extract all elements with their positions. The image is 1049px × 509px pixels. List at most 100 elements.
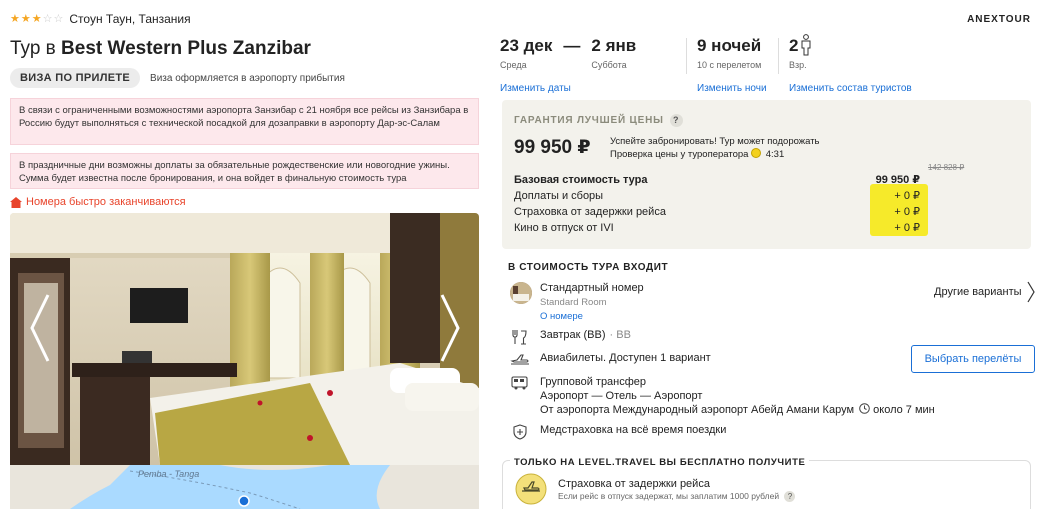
- date-from-day: Среда: [500, 60, 527, 70]
- title-prefix: Тур в: [10, 38, 56, 59]
- other-variants-link[interactable]: Другие варианты: [934, 281, 1035, 303]
- meal-row: Завтрак (BB) · BB: [510, 329, 631, 345]
- meal-code: · BB: [609, 329, 631, 341]
- price-guarantee: ГАРАНТИЯ ЛУЧШЕЙ ЦЕНЫ ?: [514, 114, 683, 127]
- star-filled-icon: ★: [20, 12, 31, 25]
- room-row: Стандартный номер Standard Room О номере: [510, 282, 644, 322]
- room-thumbnail[interactable]: [510, 282, 532, 304]
- free-item-subtitle: Если рейс в отпуск задержат, мы заплатим…: [558, 491, 780, 501]
- star-rating: ★ ★ ★ ☆ ☆: [10, 12, 64, 25]
- photo-prev-icon[interactable]: [28, 293, 50, 363]
- visa-note: Виза оформляется в аэропорту прибытия: [150, 72, 345, 84]
- date-from-value: 23 дек: [500, 36, 553, 55]
- visa-row: ВИЗА ПО ПРИЛЕТЕ Виза оформляется в аэроп…: [10, 68, 345, 88]
- price-row: Доплаты и сборы + 0 ₽: [514, 188, 924, 204]
- meal-label: Завтрак (BB): [540, 329, 606, 341]
- tourists-count: 2: [789, 36, 799, 55]
- total-price: 99 950 ₽: [514, 137, 591, 158]
- star-filled-icon: ★: [10, 12, 20, 25]
- airplane-icon: [510, 354, 529, 365]
- price-breakdown: Базовая стоимость тура 99 950 ₽ Доплаты …: [514, 172, 924, 236]
- date-to-value: 2 янв: [591, 36, 637, 55]
- house-icon: [10, 196, 22, 208]
- hotel-rating-row: ★ ★ ★ ☆ ☆ Стоун Таун, Танзания: [10, 12, 191, 26]
- star-empty-icon: ☆: [42, 12, 53, 25]
- price-row-label: Доплаты и сборы: [514, 190, 604, 202]
- change-dates-link[interactable]: Изменить даты: [500, 83, 571, 94]
- map-label: Pemba - Tanga: [138, 469, 200, 479]
- adult-person-icon: [801, 34, 811, 56]
- change-tourists-link[interactable]: Изменить состав туристов: [789, 83, 912, 94]
- price-row-value: 99 950 ₽: [875, 174, 920, 186]
- shield-icon: [513, 424, 527, 440]
- price-row-value: + 0 ₽: [894, 206, 920, 218]
- date-to: 2 янв Суббота: [591, 36, 636, 70]
- hotel-photo[interactable]: [10, 213, 479, 465]
- nights-value: 9 ночей: [697, 36, 762, 55]
- rooms-warning: Номера быстро заканчиваются: [10, 196, 186, 208]
- star-empty-icon: ☆: [53, 12, 64, 25]
- other-variants-label: Другие варианты: [934, 286, 1022, 298]
- nights-block: 9 ночей 10 с перелетом: [697, 36, 761, 70]
- price-row-label: Страховка от задержки рейса: [514, 206, 666, 218]
- rooms-warning-text: Номера быстро заканчиваются: [26, 196, 186, 208]
- room-type: Standard Room: [540, 297, 607, 308]
- price-row: Кино в отпуск от IVI + 0 ₽: [514, 220, 924, 236]
- includes-title: В СТОИМОСТЬ ТУРА ВХОДИТ: [508, 262, 669, 273]
- price-row-value: + 0 ₽: [894, 190, 920, 202]
- clock-icon: [859, 403, 870, 414]
- choose-flights-button[interactable]: Выбрать перелёты: [911, 345, 1035, 373]
- page-title: Тур в Best Western Plus Zanzibar: [10, 38, 311, 60]
- tourists-note: Взр.: [789, 60, 807, 70]
- price-row-value: + 0 ₽: [894, 222, 920, 234]
- tour-operator: ANEXTOUR: [967, 14, 1031, 25]
- free-item-title: Страховка от задержки рейса: [558, 478, 710, 490]
- free-offers-title: ТОЛЬКО НА LEVEL.TRAVEL ВЫ БЕСПЛАТНО ПОЛУ…: [510, 457, 810, 468]
- date-to-day: Суббота: [591, 60, 627, 70]
- price-row: Базовая стоимость тура 99 950 ₽: [514, 172, 924, 188]
- transfer-route: Аэропорт — Отель — Аэропорт: [540, 390, 703, 402]
- cutlery-icon: [512, 330, 527, 345]
- notice-airport: В связи с ограниченными возможностями аэ…: [10, 98, 479, 145]
- divider: [778, 38, 779, 74]
- visa-badge: ВИЗА ПО ПРИЛЕТЕ: [10, 68, 141, 88]
- price-guarantee-label: ГАРАНТИЯ ЛУЧШЕЙ ЦЕНЫ: [514, 115, 664, 126]
- hurry-line-1: Успейте забронировать! Тур может подорож…: [610, 136, 820, 147]
- map-image: [10, 465, 479, 509]
- old-price: 142 828 ₽: [928, 163, 965, 172]
- price-check-timer: 4:31: [765, 149, 785, 160]
- transfer-from: От аэропорта Международный аэропорт Абей…: [540, 403, 935, 417]
- chevron-right-icon: [1027, 281, 1035, 303]
- timer-icon: [751, 148, 762, 158]
- delay-insurance-icon: [515, 473, 547, 505]
- transfer-label: Групповой трансфер: [540, 376, 647, 388]
- insurance-label: Медстраховка на всё время поездки: [540, 424, 727, 436]
- star-filled-icon: ★: [31, 12, 42, 25]
- nights-note: 10 с перелетом: [697, 60, 762, 70]
- price-row-label: Кино в отпуск от IVI: [514, 222, 614, 234]
- tourists-block: 2 Взр.: [789, 34, 812, 70]
- hotel-location: Стоун Таун, Танзания: [69, 12, 191, 26]
- date-dash: —: [563, 36, 581, 55]
- hotel-name: Best Western Plus Zanzibar: [61, 38, 311, 59]
- price-box: ГАРАНТИЯ ЛУЧШЕЙ ЦЕНЫ ? 99 950 ₽ Успейте …: [502, 100, 1031, 249]
- dates-row: 23 дек Среда — 2 янв Суббота: [500, 36, 636, 70]
- price-row-label: Базовая стоимость тура: [514, 174, 648, 186]
- date-from: 23 дек Среда: [500, 36, 552, 70]
- room-name: Стандартный номер: [540, 282, 644, 294]
- divider: [686, 38, 687, 74]
- room-details-link[interactable]: О номере: [540, 311, 644, 322]
- hurry-line-2: Проверка цены у туроператора: [610, 149, 749, 160]
- change-nights-link[interactable]: Изменить ночи: [697, 83, 767, 94]
- bus-icon: [511, 376, 528, 390]
- price-hurry-note: Успейте забронировать! Тур может подорож…: [610, 136, 820, 161]
- price-row: Страховка от задержки рейса + 0 ₽: [514, 204, 924, 220]
- hotel-map[interactable]: Pemba - Tanga: [10, 465, 479, 509]
- help-icon[interactable]: ?: [669, 114, 683, 127]
- notice-holiday: В праздничные дни возможны доплаты за об…: [10, 153, 479, 189]
- insurance-row: Медстраховка на всё время поездки: [510, 424, 726, 440]
- flights-label: Авиабилеты. Доступен 1 вариант: [540, 352, 711, 364]
- transfer-row: Групповой трансфер Аэропорт — Отель — Аэ…: [510, 375, 935, 417]
- photo-next-icon[interactable]: [440, 293, 462, 363]
- help-icon[interactable]: ?: [784, 491, 796, 502]
